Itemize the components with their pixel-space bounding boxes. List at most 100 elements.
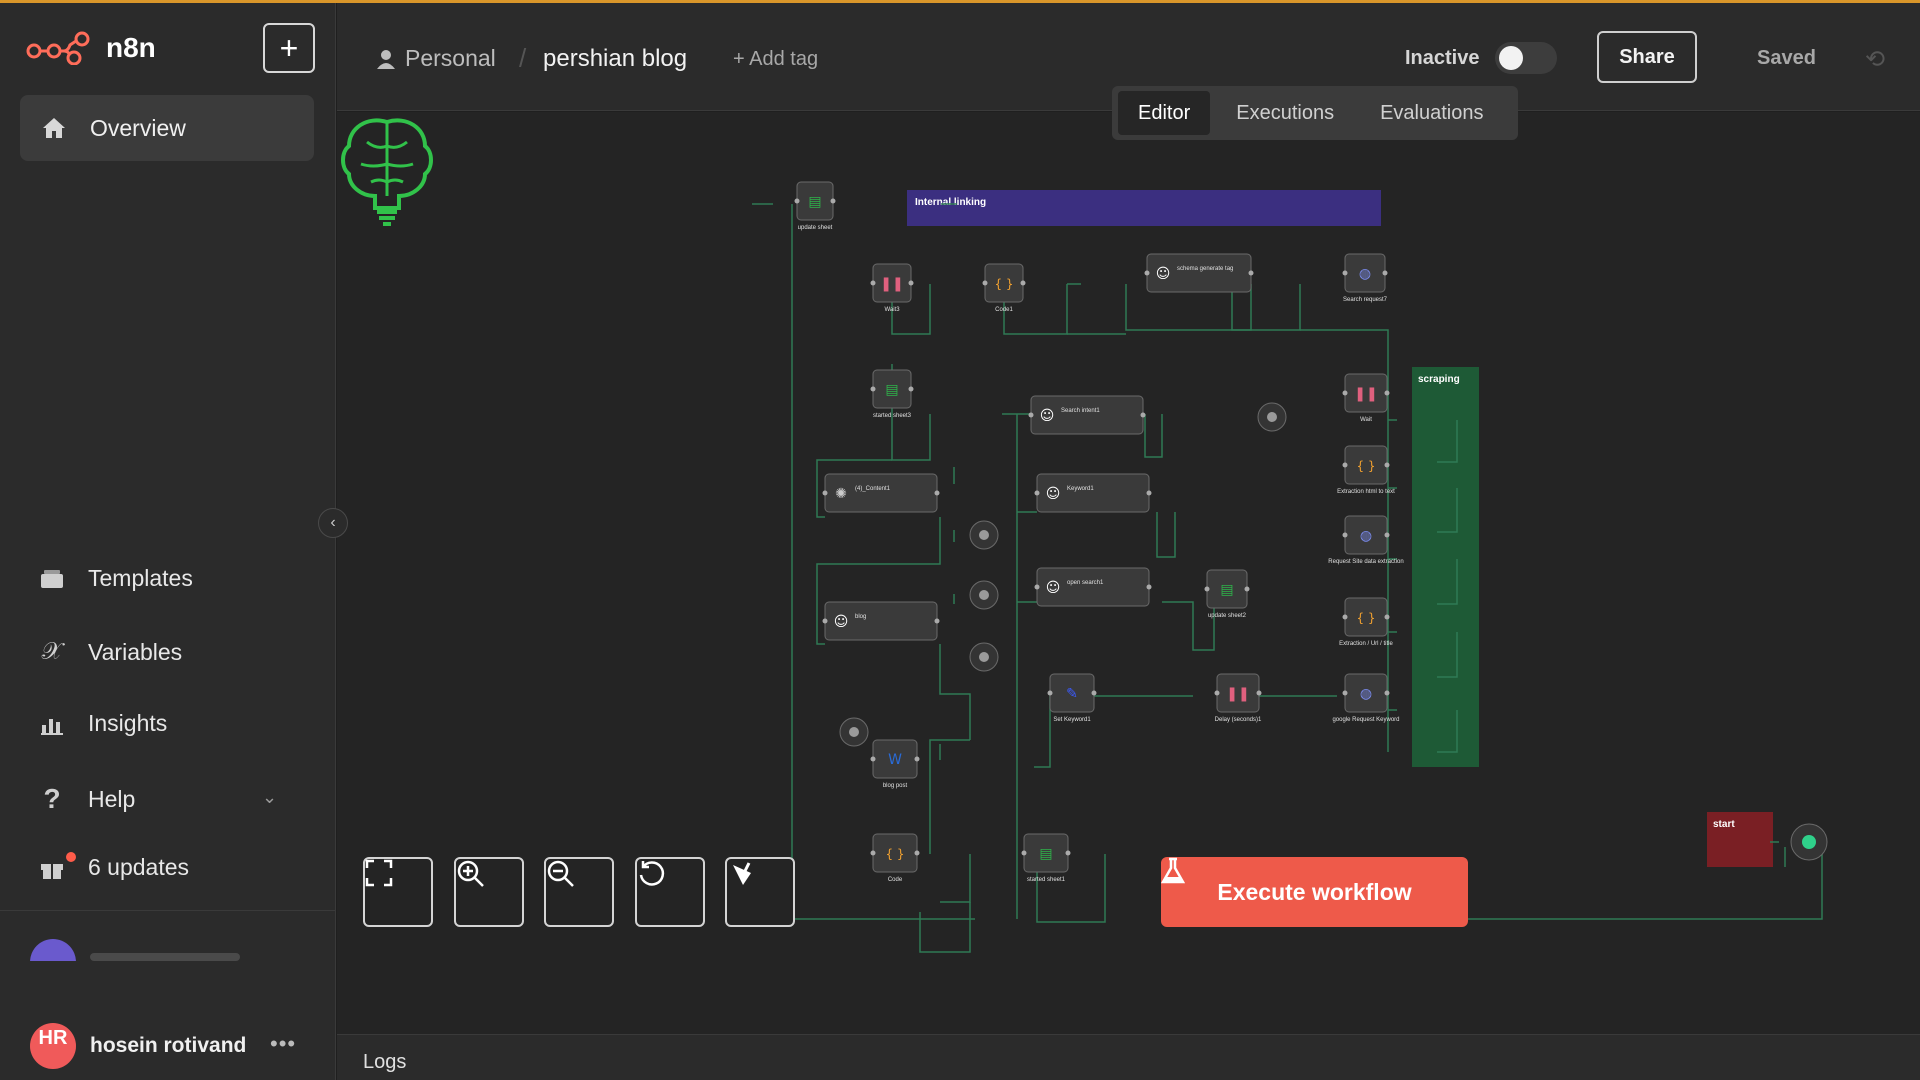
chevron-down-icon[interactable]: ⌄ bbox=[262, 787, 277, 808]
workflow-node-label: Search request7 bbox=[1343, 297, 1388, 303]
sidebar: n8n + Overview Templates 𝒳 Variables Ins… bbox=[0, 3, 336, 1080]
add-tag-button[interactable]: + Add tag bbox=[733, 48, 818, 71]
sidebar-item-updates[interactable]: 6 updates bbox=[38, 854, 189, 881]
sidebar-item-help[interactable]: ? Help bbox=[38, 783, 135, 815]
user-avatar-partial bbox=[30, 939, 76, 961]
sticky-note-label: scraping bbox=[1418, 374, 1460, 385]
sidebar-item-templates[interactable]: Templates bbox=[38, 565, 193, 592]
collapse-sidebar-button[interactable]: ‹ bbox=[318, 508, 348, 538]
workflow-node-label: open search1 bbox=[1067, 580, 1104, 586]
workflow-node[interactable]: ▤ update sheet2 bbox=[1204, 569, 1250, 619]
more-options-icon[interactable]: ••• bbox=[270, 1031, 296, 1057]
reset-zoom-button[interactable] bbox=[635, 857, 705, 927]
workflow-node[interactable]: ☺ open search1 bbox=[1034, 567, 1152, 607]
workflow-node[interactable]: ◍ Request Site data extraction bbox=[1328, 515, 1404, 565]
zoom-in-icon bbox=[457, 860, 484, 887]
workflow-node[interactable]: { } Code bbox=[870, 833, 920, 883]
sticky-note-scraping[interactable]: scraping bbox=[1412, 367, 1479, 767]
workflow-node[interactable]: { } Extraction html to text bbox=[1337, 445, 1395, 495]
avatar: HR bbox=[30, 1023, 76, 1069]
workflow-node-label: Code1 bbox=[995, 307, 1013, 313]
agent-icon: ☺ bbox=[1046, 486, 1061, 502]
workflow-node-label: blog post bbox=[883, 783, 908, 789]
workflow-node-label: Keyword1 bbox=[1067, 486, 1094, 492]
sidebar-item-variables[interactable]: 𝒳 Variables bbox=[38, 638, 183, 666]
workflow-node[interactable]: ▤ update sheet bbox=[794, 181, 836, 231]
insights-icon bbox=[38, 713, 66, 735]
logs-panel[interactable]: Logs bbox=[337, 1034, 1920, 1080]
share-button[interactable]: Share bbox=[1597, 31, 1697, 83]
agent-icon: ☺ bbox=[1156, 266, 1171, 282]
workflow-node-label: Search intent1 bbox=[1061, 408, 1100, 414]
create-new-button[interactable]: + bbox=[263, 23, 315, 73]
updates-notification-dot bbox=[66, 852, 76, 862]
workflow-node[interactable]: ❚❚ Wait bbox=[1342, 373, 1390, 423]
workflow-node-label: Delay (seconds)1 bbox=[1215, 717, 1262, 723]
wait-icon: ❚❚ bbox=[1354, 386, 1377, 402]
tab-evaluations[interactable]: Evaluations bbox=[1360, 91, 1503, 135]
history-icon[interactable]: ⟲ bbox=[1865, 45, 1885, 74]
workflow-node-label: Wait bbox=[1360, 417, 1372, 423]
wait-icon: ❚❚ bbox=[1226, 686, 1249, 702]
workflow-title[interactable]: pershian blog bbox=[543, 45, 687, 73]
sticky-note-label: start bbox=[1713, 819, 1735, 830]
tab-executions[interactable]: Executions bbox=[1216, 91, 1354, 135]
user-menu[interactable]: HR hosein rotivand bbox=[30, 1023, 246, 1069]
workflow-node[interactable]: ▤ started sheet1 bbox=[1021, 833, 1071, 883]
workflow-node-label: Extraction html to text bbox=[1337, 489, 1395, 495]
workflow-node[interactable]: ◍ google Request Keyword bbox=[1332, 673, 1400, 723]
wait-icon: ❚❚ bbox=[880, 276, 903, 292]
sidebar-divider bbox=[0, 910, 336, 911]
variables-icon: 𝒳 bbox=[41, 638, 63, 665]
workflow-node[interactable]: ☺ blog bbox=[822, 601, 940, 641]
workflow-node[interactable]: { } Extraction / Url / title bbox=[1339, 597, 1394, 647]
workflow-node-label: update sheet2 bbox=[1208, 613, 1247, 619]
sidebar-item-insights[interactable]: Insights bbox=[38, 710, 167, 737]
help-icon: ? bbox=[43, 783, 61, 814]
sticky-note-internal-linking[interactable]: Internal linking bbox=[907, 190, 1381, 226]
home-icon bbox=[40, 116, 68, 140]
sidebar-item-label: 6 updates bbox=[88, 854, 190, 880]
execute-workflow-button[interactable]: Execute workflow bbox=[1161, 857, 1468, 927]
tab-editor[interactable]: Editor bbox=[1118, 91, 1211, 135]
active-toggle[interactable] bbox=[1495, 42, 1557, 74]
ai-model-icon bbox=[1267, 412, 1277, 422]
code-icon: { } bbox=[885, 847, 904, 861]
workflow-node[interactable]: ☺ schema generate tag bbox=[1144, 253, 1254, 293]
flask-icon bbox=[1161, 857, 1185, 884]
code-icon: { } bbox=[1356, 611, 1375, 625]
breadcrumb-project[interactable]: Personal bbox=[377, 45, 496, 72]
agent-icon: ☺ bbox=[1046, 580, 1061, 596]
openai-icon: ✺ bbox=[835, 486, 847, 502]
plus-icon: + bbox=[279, 29, 299, 66]
zoom-in-button[interactable] bbox=[454, 857, 524, 927]
sidebar-item-overview[interactable]: Overview bbox=[20, 95, 314, 161]
workflow-node[interactable]: Wblog post bbox=[870, 739, 920, 789]
templates-icon bbox=[38, 568, 66, 590]
sidebar-item-label: Help bbox=[88, 785, 136, 812]
workflow-node[interactable]: ✺ (4)_Content1 bbox=[822, 473, 940, 513]
clock-icon bbox=[1802, 835, 1816, 849]
ai-model-icon bbox=[979, 530, 989, 540]
workflow-node-label: update sheet bbox=[798, 225, 833, 231]
breadcrumb-separator: / bbox=[519, 43, 527, 73]
ai-model-icon bbox=[849, 727, 859, 737]
workflow-canvas[interactable]: Internal linking scraping start ▤ update… bbox=[337, 112, 1920, 1034]
ai-model-icon bbox=[979, 652, 989, 662]
workflow-node[interactable]: ◍ Search request7 bbox=[1342, 253, 1388, 303]
user-name-partial bbox=[90, 953, 240, 961]
workflow-node-label: Wait3 bbox=[884, 307, 900, 313]
workflow-node[interactable]: ✎ Set Keyword1 bbox=[1047, 673, 1097, 723]
view-tabs: Editor Executions Evaluations bbox=[1112, 86, 1518, 140]
fit-view-button[interactable] bbox=[363, 857, 433, 927]
workflow-node[interactable]: ☺ Search intent1 bbox=[1028, 395, 1146, 435]
tidy-up-button[interactable] bbox=[725, 857, 795, 927]
zoom-out-button[interactable] bbox=[544, 857, 614, 927]
http-icon: ◍ bbox=[1359, 266, 1371, 282]
code-icon: { } bbox=[1356, 459, 1375, 473]
workflow-node[interactable]: ❚❚ Delay (seconds)1 bbox=[1214, 673, 1263, 723]
workflow-node[interactable]: ☺ Keyword1 bbox=[1034, 473, 1152, 513]
sidebar-item-label: Variables bbox=[88, 638, 183, 665]
sticky-note-start[interactable]: start bbox=[1707, 812, 1773, 867]
n8n-logo[interactable]: n8n bbox=[26, 31, 156, 65]
